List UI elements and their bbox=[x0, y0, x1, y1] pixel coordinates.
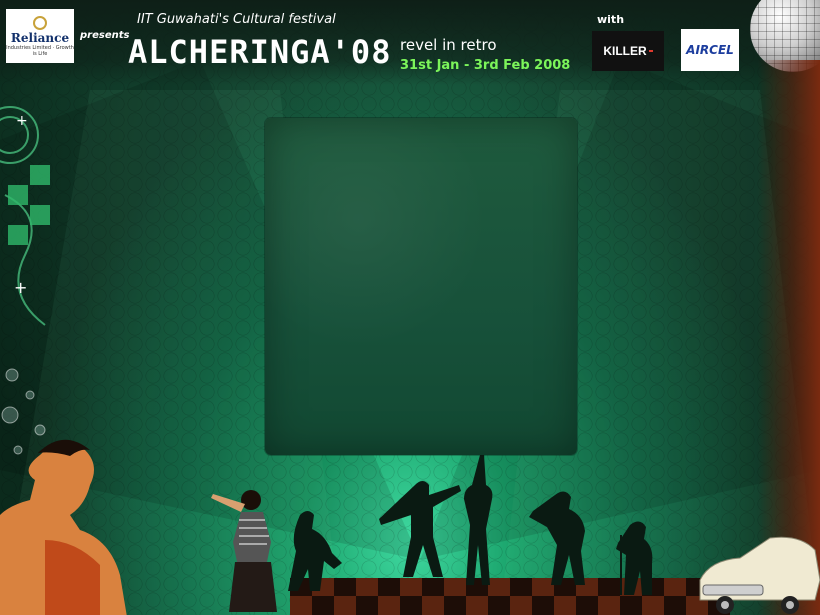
killer-logo-tag bbox=[648, 50, 653, 52]
content-panel[interactable] bbox=[265, 118, 577, 455]
reliance-emblem-icon bbox=[33, 15, 47, 30]
dance-floor-row bbox=[290, 596, 730, 615]
killer-logo-text: KILLER bbox=[603, 44, 647, 58]
festival-dates: 31st Jan - 3rd Feb 2008 bbox=[400, 58, 571, 73]
aircel-logo-text: AIRCEL bbox=[686, 43, 734, 57]
with-label: with bbox=[597, 13, 625, 26]
svg-text:+: + bbox=[14, 278, 27, 297]
svg-text:+: + bbox=[16, 113, 28, 129]
splash-stage: Reliance Industries Limited · Growth is … bbox=[0, 0, 820, 615]
reliance-logo-subtext: Industries Limited · Growth is Life bbox=[6, 44, 74, 57]
festival-line: IIT Guwahati's Cultural festival bbox=[137, 12, 336, 27]
vintage-car-image bbox=[699, 536, 820, 614]
killer-logo[interactable]: KILLER bbox=[592, 31, 664, 71]
striped-dancer-figure bbox=[211, 490, 277, 612]
tagline: revel in retro bbox=[400, 36, 497, 54]
singer-figure bbox=[0, 439, 127, 615]
reliance-logo-text: Reliance bbox=[10, 30, 70, 45]
reliance-logo[interactable]: Reliance Industries Limited · Growth is … bbox=[6, 9, 74, 63]
aircel-logo[interactable]: AIRCEL bbox=[681, 29, 739, 71]
presents-label: presents bbox=[80, 30, 130, 41]
festival-title: ALCHERINGA'08 bbox=[128, 33, 392, 71]
